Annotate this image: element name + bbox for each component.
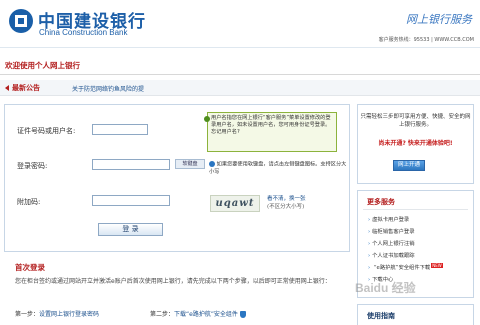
hotline: 客户服务热线：95533 | WWW.CCB.COM — [378, 37, 474, 43]
first-login-desc: 您在柜台签约或通过网站开立并激活e账户后首次使用网上银行，请先完成以下两个步骤，… — [15, 278, 331, 285]
more-item-cancel[interactable]: 个人网上银行注销 — [368, 239, 414, 247]
more-item-security-download[interactable]: “e路护航”安全组件下载NEW — [368, 263, 443, 271]
password-input[interactable] — [92, 159, 170, 170]
first-login-section: 首次登录 您在柜台签约或通过网站开立并激活e账户后首次使用网上银行，请先完成以下… — [4, 258, 350, 325]
soft-keyboard-button[interactable]: 软键盘 — [175, 159, 205, 169]
captcha-image[interactable]: uqawt — [210, 195, 260, 212]
divider — [363, 209, 468, 210]
welcome-text: 欢迎使用个人网上银行 — [5, 61, 80, 70]
captcha-input[interactable] — [92, 195, 170, 206]
more-item-virtual-card[interactable]: 虚拟卡用户登录 — [368, 215, 409, 223]
page-header: 中国建设银行 China Construction Bank 网上银行服务 客户… — [0, 0, 480, 48]
password-tip: 如果您要使用软键盘，请点击左侧键盘图标。支持区分大小写 — [209, 161, 347, 176]
username-hint: 用户名指您在网上银行“客户服务”菜单设置修改的登录用户名，如未设置用户名，您可用… — [204, 112, 337, 152]
new-badge: NEW — [431, 263, 443, 268]
password-label: 登录密码: — [17, 162, 48, 170]
service-title: 网上银行服务 — [406, 13, 472, 26]
guide-title[interactable]: 使用指南 — [367, 311, 395, 321]
open-service-panel: 只需轻松三步即可享用方便、快捷、安全的网上银行服务。 尚未开通? 快来开通体验吧… — [357, 104, 474, 184]
security-download-label[interactable]: “e路护航”安全组件下载 — [374, 265, 430, 271]
step-one: 第一步：设置网上银行登录密码 — [15, 309, 99, 318]
welcome-bar: 欢迎使用个人网上银行 — [0, 57, 480, 75]
captcha-label: 附加码: — [17, 198, 41, 206]
username-hint-text: 用户名指您在网上银行“客户服务”菜单设置修改的登录用户名，如未设置用户名，您可用… — [211, 115, 331, 135]
username-input[interactable] — [92, 124, 148, 135]
divider — [0, 74, 480, 75]
download-security-link[interactable]: 下载“e路护航”安全组件 — [174, 311, 238, 318]
open-online-button[interactable]: 网上开通 — [393, 160, 425, 171]
notice-label: 最新公告 — [12, 84, 40, 92]
set-password-link[interactable]: 设置网上银行登录密码 — [39, 311, 99, 318]
more-item-counter-login[interactable]: 临柜销售客户登录 — [368, 227, 414, 235]
first-login-title: 首次登录 — [15, 263, 45, 272]
login-panel: 证件号码或用户名: 登录密码: 软键盘 用户名指您在网上银行“客户服务”菜单设置… — [4, 104, 350, 252]
captcha-case-note: (不区分大小写) — [267, 204, 305, 210]
ccb-logo-icon — [9, 9, 33, 33]
notice-bar: 最新公告 关于防范网络钓鱼风险的提 — [0, 80, 480, 96]
login-button[interactable]: 登 录 — [98, 223, 163, 236]
more-services-title: 更多服务 — [367, 198, 395, 206]
shield-icon — [239, 311, 246, 318]
password-tip-text: 如果您要使用软键盘，请点击左侧键盘图标。支持区分大小写 — [209, 161, 347, 175]
step-two: 第二步：下载“e路护航”安全组件 — [150, 309, 246, 318]
arrow-left-icon[interactable] — [5, 85, 9, 91]
step-one-prefix: 第一步： — [15, 311, 40, 318]
info-icon — [204, 116, 210, 122]
captcha-refresh-link[interactable]: 看不清，换一张 — [267, 195, 306, 203]
more-item-cert-tracking[interactable]: 个人证书加载跟踪 — [368, 251, 414, 259]
watermark: Baidu 经验 — [355, 281, 416, 295]
bank-name-en: China Construction Bank — [39, 28, 128, 37]
guide-panel: 使用指南 — [357, 304, 474, 325]
captcha-refresh[interactable]: 看不清，换一张 (不区分大小写) — [267, 195, 306, 211]
step-two-prefix: 第二步： — [150, 311, 175, 318]
username-label: 证件号码或用户名: — [17, 127, 76, 135]
notice-link[interactable]: 关于防范网络钓鱼风险的提 — [72, 84, 144, 93]
open-service-text: 只需轻松三步即可享用方便、快捷、安全的网上银行服务。 — [360, 114, 471, 128]
open-service-link[interactable]: 尚未开通? 快来开通体验吧! — [358, 138, 473, 147]
question-icon[interactable] — [209, 161, 215, 167]
